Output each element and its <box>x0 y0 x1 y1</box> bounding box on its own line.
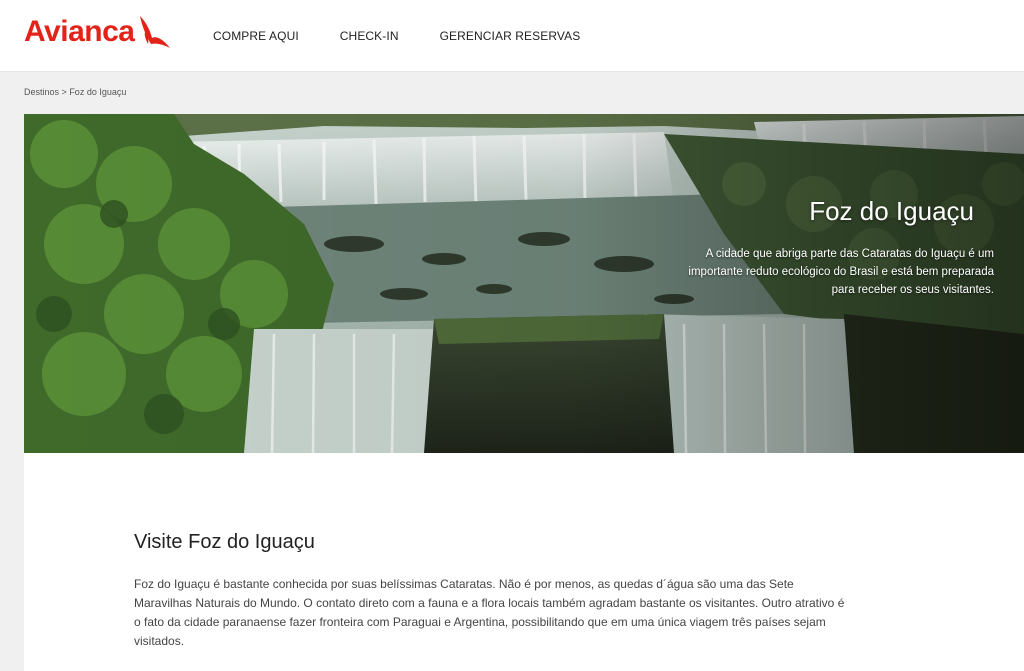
logo-text: Avianca <box>24 15 135 48</box>
breadcrumb-current: Foz do Iguaçu <box>69 87 127 97</box>
site-header: Avianca COMPRE AQUI CHECK-IN GERENCIAR R… <box>0 0 1024 72</box>
hero-subtitle: A cidade que abriga parte das Cataratas … <box>688 248 994 296</box>
breadcrumb-separator: > <box>61 87 67 97</box>
content-title: Visite Foz do Iguaçu <box>134 531 315 553</box>
avianca-logo[interactable]: Avianca <box>24 12 172 52</box>
breadcrumb: Destinos > Foz do Iguaçu <box>24 87 126 97</box>
bird-logo-icon <box>140 16 171 48</box>
hero-banner: Foz do Iguaçu A cidade que abriga parte … <box>24 114 1024 453</box>
nav-check-in[interactable]: CHECK-IN <box>340 29 399 43</box>
content-body: Foz do Iguaçu é bastante conhecida por s… <box>134 577 845 648</box>
nav-gerenciar-reservas[interactable]: GERENCIAR RESERVAS <box>440 29 581 43</box>
nav-compre-aqui[interactable]: COMPRE AQUI <box>213 29 299 43</box>
hero-title: Foz do Iguaçu <box>809 196 974 226</box>
content-section: Visite Foz do Iguaçu Foz do Iguaçu é bas… <box>24 453 1024 671</box>
main-nav: COMPRE AQUI CHECK-IN GERENCIAR RESERVAS <box>213 29 621 43</box>
breadcrumb-destinos-link[interactable]: Destinos <box>24 87 59 97</box>
